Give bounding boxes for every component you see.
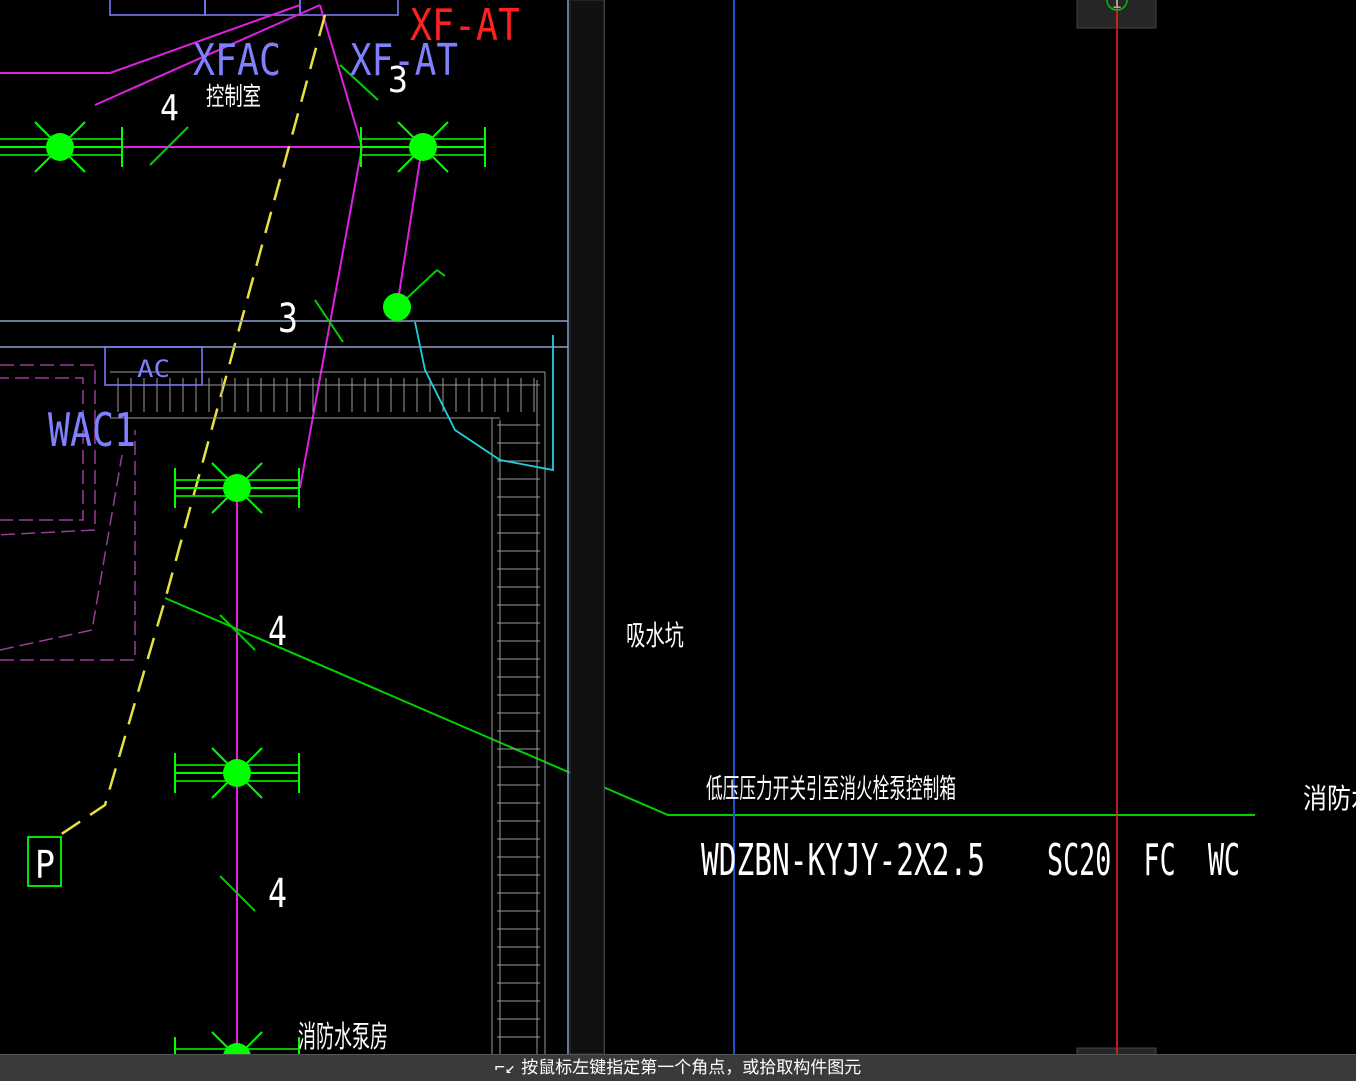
command-prompt-bar[interactable]: ⌐↙ 按鼠标左键指定第一个角点，或拾取构件图元 bbox=[0, 1054, 1356, 1081]
label-num-4-low: 4 bbox=[268, 871, 287, 917]
detector-symbol[interactable] bbox=[0, 121, 123, 173]
label-ac: AC bbox=[137, 355, 170, 383]
detector-symbols bbox=[0, 121, 486, 1080]
top-label-boxes bbox=[109, 0, 399, 16]
label-xfac: XFAC bbox=[193, 35, 281, 86]
label-cable-spec: WDZBN-KYJY-2X2.5 bbox=[701, 835, 985, 886]
label-control-room: 控制室 bbox=[206, 82, 261, 111]
wall-lines bbox=[0, 0, 605, 1054]
detector-symbol[interactable] bbox=[383, 293, 411, 321]
magenta-wiring bbox=[0, 4, 423, 1060]
cad-drawing-canvas[interactable]: XF-AT XFAC XF-AT 控制室 4 3 3 4 4 AC WAC1 P… bbox=[0, 0, 1356, 1080]
label-num-4-top: 4 bbox=[160, 88, 179, 129]
command-prompt-text: 按鼠标左键指定第一个角点，或拾取构件图元 bbox=[521, 1058, 862, 1078]
label-num-4-mid: 4 bbox=[268, 609, 287, 655]
label-wac1: WAC1 bbox=[48, 403, 136, 457]
label-pressure-switch: 低压压力开关引至消火栓泵控制箱 bbox=[706, 774, 956, 805]
label-p: P bbox=[35, 843, 55, 887]
label-conduit-spec: SC20 FC WC bbox=[1047, 835, 1240, 886]
label-num-3-top: 3 bbox=[388, 60, 408, 101]
trench-hatch-top bbox=[117, 378, 540, 412]
trench-hatch-right bbox=[497, 380, 540, 1054]
corner-pick-icon: ⌐↙ bbox=[494, 1058, 516, 1078]
sump-outline bbox=[414, 321, 554, 472]
label-sump: 吸水坑 bbox=[626, 619, 684, 652]
label-num-3-mid: 3 bbox=[278, 296, 298, 342]
label-right-cut: 消防水 bbox=[1303, 782, 1356, 815]
label-pump-room: 消防水泵房 bbox=[298, 1020, 388, 1055]
wall-column bbox=[569, 0, 605, 1055]
detector-symbol[interactable] bbox=[360, 121, 486, 173]
axis-marker-top-label: 1 bbox=[1111, 0, 1122, 13]
